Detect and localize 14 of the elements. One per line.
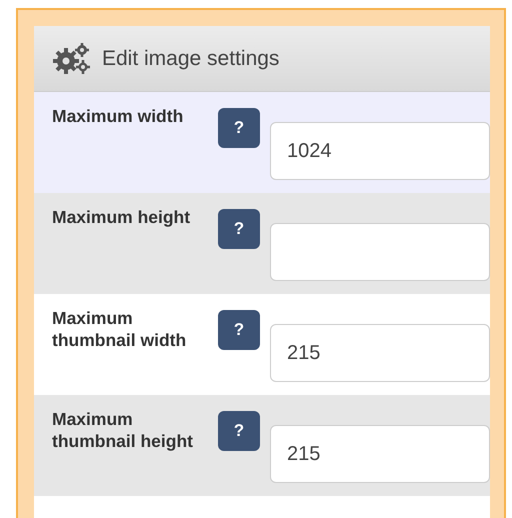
help-button[interactable]: ? — [218, 108, 260, 148]
field-label: Maximum thumbnail width — [52, 308, 188, 352]
gears-icon — [52, 42, 92, 76]
field-label: Maximum width — [52, 106, 184, 128]
input-field[interactable]: 215 — [270, 425, 490, 483]
field-label: Maximum thumbnail height — [52, 409, 194, 453]
input-field[interactable] — [270, 223, 490, 281]
help-button[interactable]: ? — [218, 411, 260, 451]
input-field[interactable]: 215 — [270, 324, 490, 382]
panel-title: Edit image settings — [102, 46, 280, 72]
input-field[interactable]: 1024 — [270, 122, 490, 180]
help-button[interactable]: ? — [218, 310, 260, 350]
field-label: Maximum height — [52, 207, 192, 229]
help-button[interactable]: ? — [218, 209, 260, 249]
